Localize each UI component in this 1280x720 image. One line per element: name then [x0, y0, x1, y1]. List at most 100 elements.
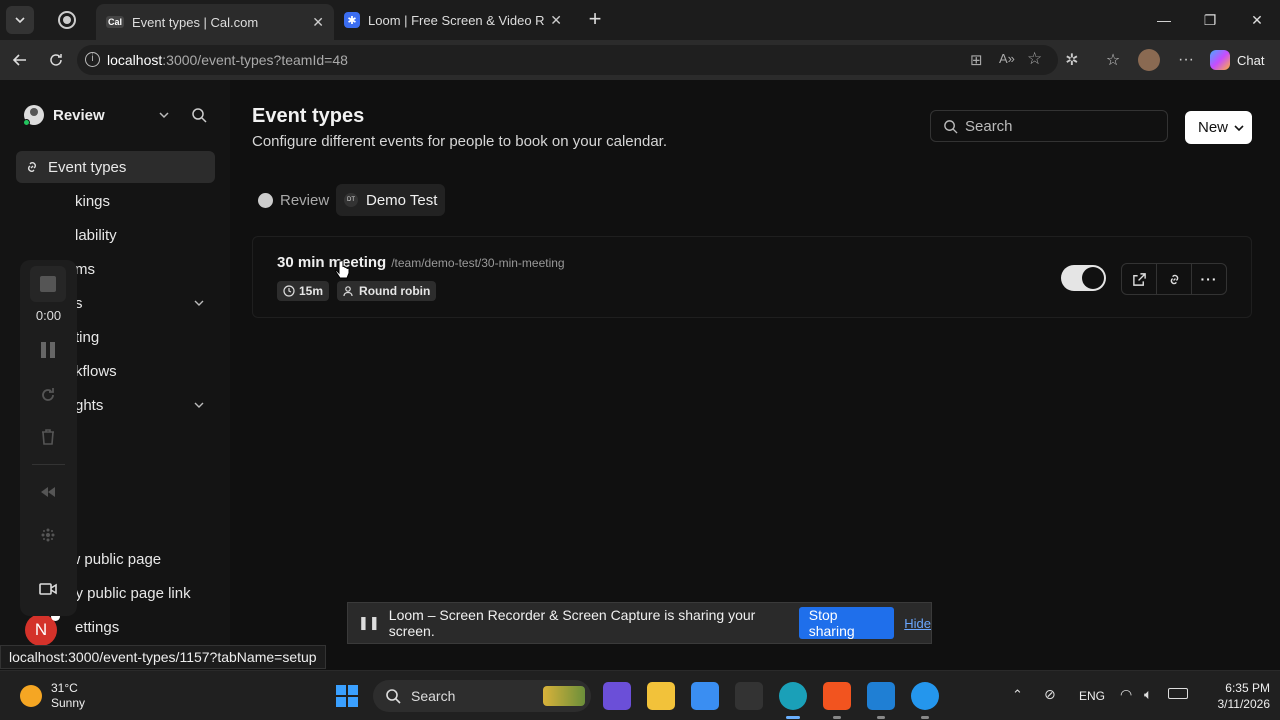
minimize-button[interactable]: — — [1141, 0, 1187, 40]
docker-icon[interactable] — [911, 682, 939, 710]
sun-icon — [20, 685, 42, 707]
tab-title: Event types | Cal.com — [132, 14, 259, 30]
tab-title: Loom | Free Screen & Video Recor — [368, 12, 545, 28]
file-explorer-icon[interactable] — [647, 682, 675, 710]
tray-overflow-icon[interactable]: ⌃ — [1012, 687, 1023, 703]
loom-recorder-panel: 0:00 — [20, 260, 77, 616]
hidden-toggle[interactable] — [1061, 265, 1106, 291]
url-host: localhost — [107, 52, 163, 68]
arrow-left-icon — [12, 54, 26, 66]
camera-icon[interactable] — [38, 579, 58, 599]
hand-cursor-icon — [335, 260, 350, 279]
url-path: :3000/event-types?teamId=48 — [162, 52, 348, 68]
scheduling-badge: Round robin — [337, 281, 437, 301]
reload-icon — [50, 54, 62, 66]
chevron-down-icon — [15, 17, 25, 24]
link-icon — [1170, 274, 1178, 284]
snipping-tool-icon[interactable] — [603, 682, 631, 710]
battery-icon[interactable] — [1168, 688, 1188, 699]
avatar — [23, 105, 44, 126]
wifi-icon[interactable]: ◠ — [1120, 686, 1132, 703]
workspaces-icon[interactable] — [58, 11, 76, 29]
favorite-star-icon[interactable]: ☆ — [1027, 49, 1042, 69]
reload-button[interactable] — [44, 48, 68, 72]
language-indicator[interactable]: ENG — [1079, 689, 1105, 703]
search-input[interactable]: Search — [930, 110, 1168, 142]
effects-icon[interactable] — [38, 525, 58, 545]
start-button[interactable] — [335, 684, 359, 708]
edge-icon[interactable] — [779, 682, 807, 710]
avatar — [258, 192, 273, 208]
app-view-icon[interactable]: ⊞ — [970, 51, 983, 69]
window-close-button[interactable]: ✕ — [1234, 0, 1280, 40]
read-aloud-icon[interactable]: A» — [999, 51, 1015, 66]
team-logo: DT — [344, 193, 358, 207]
copilot-icon — [1210, 50, 1230, 70]
back-button[interactable] — [8, 48, 32, 72]
restart-icon[interactable] — [38, 385, 58, 405]
recording-timer: 0:00 — [35, 308, 62, 323]
volume-icon[interactable]: 🔈︎ — [1144, 686, 1152, 703]
chevron-down-icon — [159, 112, 169, 119]
user-menu[interactable]: Review — [23, 104, 214, 126]
sidebar-item-bookings[interactable]: kings — [16, 185, 215, 217]
preview-button[interactable] — [1121, 263, 1157, 295]
browser-tab-bar: Cal Event types | Cal.com ✕ ✱ Loom | Fre… — [0, 0, 1280, 40]
brave-icon[interactable] — [823, 682, 851, 710]
vscode-icon[interactable] — [867, 682, 895, 710]
event-type-row[interactable]: 30 min meeting /team/demo-test/30-min-me… — [252, 236, 1252, 318]
main-content: Event types Configure different events f… — [230, 80, 1280, 670]
calcom-app: Review Event types kings lability ms s t… — [0, 80, 1280, 670]
search-icon — [386, 689, 401, 704]
store-icon[interactable] — [691, 682, 719, 710]
chevron-down-icon — [1234, 124, 1244, 131]
more-options-button[interactable]: ··· — [1191, 263, 1227, 295]
stop-record-button[interactable] — [30, 266, 66, 302]
sidebar-item-event-types[interactable]: Event types — [16, 151, 215, 183]
profile-avatar[interactable] — [1138, 49, 1160, 71]
filter-demo-test[interactable]: DT Demo Test — [336, 184, 446, 216]
close-icon[interactable]: ✕ — [312, 14, 324, 31]
sidebar-item-availability[interactable]: lability — [16, 219, 215, 251]
clock[interactable]: 6:35 PM 3/11/2026 — [1200, 680, 1271, 712]
new-button[interactable]: New — [1185, 111, 1252, 144]
network-off-icon[interactable]: ⊘ — [1044, 686, 1056, 703]
favorites-icon[interactable]: ☆ — [1101, 48, 1125, 72]
rewind-icon[interactable] — [38, 482, 58, 502]
link-icon — [28, 162, 36, 172]
hide-link[interactable]: Hide — [904, 616, 931, 631]
more-icon[interactable]: ··· — [1174, 48, 1198, 72]
active-indicator — [786, 716, 800, 719]
tab-loom[interactable]: ✱ Loom | Free Screen & Video Recor ✕ — [334, 4, 572, 36]
loom-avatar[interactable]: N — [25, 612, 60, 646]
taskbar-search[interactable]: Search — [373, 680, 591, 712]
running-indicator — [921, 716, 929, 719]
sharing-message: Loom – Screen Recorder & Screen Capture … — [388, 607, 756, 639]
pause-icon[interactable] — [41, 342, 55, 358]
chevron-down-icon — [194, 300, 204, 306]
browser-nav-bar: i localhost:3000/event-types?teamId=48 ⊞… — [0, 40, 1280, 80]
restore-button[interactable]: ❐ — [1187, 0, 1233, 40]
trash-icon[interactable] — [38, 427, 58, 447]
weather-widget[interactable]: 31°C Sunny — [20, 681, 85, 711]
copy-link-button[interactable] — [1156, 263, 1192, 295]
windows-taskbar: 31°C Sunny Search ⌃ ⊘ ENG ◠ 🔈︎ 6:35 PM 3… — [0, 670, 1280, 720]
tab-actions-button[interactable] — [6, 6, 34, 34]
search-icon[interactable] — [191, 107, 207, 123]
copilot-chat-button[interactable]: Chat — [1210, 48, 1264, 72]
filter-review[interactable]: Review — [252, 185, 335, 215]
tab-event-types[interactable]: Cal Event types | Cal.com ✕ — [96, 4, 334, 40]
new-tab-button[interactable]: + — [584, 8, 606, 30]
search-highlight-icon — [543, 686, 585, 706]
clock-icon — [283, 285, 295, 297]
stop-sharing-button[interactable]: Stop sharing — [798, 607, 895, 639]
stop-icon — [40, 276, 56, 292]
close-icon[interactable]: ✕ — [550, 12, 562, 29]
users-icon — [343, 286, 353, 297]
inkscape-icon[interactable] — [735, 682, 763, 710]
windows-icon — [336, 685, 358, 707]
extensions-icon[interactable]: ✲ — [1060, 48, 1084, 72]
address-bar[interactable]: i localhost:3000/event-types?teamId=48 ⊞… — [77, 45, 1058, 75]
info-icon: i — [85, 52, 100, 67]
divider — [32, 464, 65, 465]
